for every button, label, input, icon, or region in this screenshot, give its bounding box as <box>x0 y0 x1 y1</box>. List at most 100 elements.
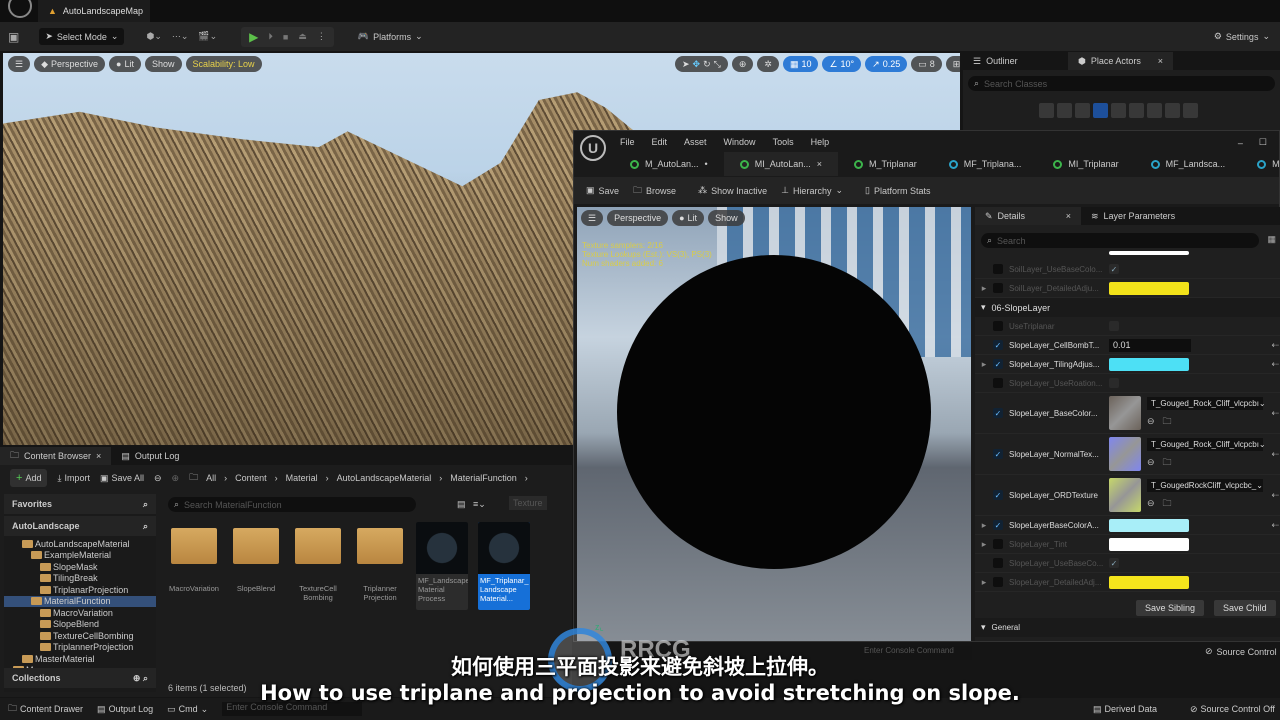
basic-icon[interactable] <box>1057 103 1072 118</box>
override-checkbox[interactable] <box>993 558 1003 568</box>
asset-folder[interactable]: MacroVariation <box>168 522 220 593</box>
breadcrumb-item[interactable]: MaterialFunction <box>450 473 517 483</box>
use-selected-icon[interactable]: ⊖ <box>1147 416 1155 427</box>
add-button[interactable]: + Add <box>10 469 48 487</box>
tab-layer-parameters[interactable]: ≋ Layer Parameters <box>1081 207 1185 225</box>
texture-dropdown[interactable]: T_Gouged_Rock_Cliff_vlcpcbı ⌄ <box>1147 396 1266 410</box>
expand-arrow-icon[interactable]: ▸ <box>975 283 993 294</box>
save-child-button[interactable]: Save Child <box>1214 600 1276 616</box>
tree-item[interactable]: SlopeMask <box>4 561 156 573</box>
lit-button[interactable]: ● Lit <box>672 210 705 226</box>
world-icon[interactable]: ⊕ <box>731 56 754 72</box>
asset-tab[interactable]: MI_Triplanar <box>1037 152 1134 176</box>
override-checkbox[interactable] <box>993 321 1003 331</box>
visual-effects-icon[interactable] <box>1129 103 1144 118</box>
menu-item[interactable]: Tools <box>773 137 794 147</box>
expand-arrow-icon[interactable]: ▸ <box>975 539 993 550</box>
reset-arrow-icon[interactable]: ⇠ <box>1271 490 1279 501</box>
blueprint-icon[interactable]: ⋯⌄ <box>172 31 189 42</box>
geometry-icon[interactable] <box>1147 103 1162 118</box>
hierarchy-button[interactable]: ⊥ Hierarchy ⌄ <box>781 185 843 196</box>
asset-tab[interactable]: MI_AutoLan... × <box>723 152 839 176</box>
breadcrumb-item[interactable]: Material <box>286 473 318 483</box>
table-view-icon[interactable]: ▦ <box>1267 234 1276 245</box>
texture-dropdown[interactable]: T_Gouged_Rock_Cliff_vlcpcbı ⌄ <box>1147 437 1266 451</box>
close-icon[interactable]: × <box>817 159 822 169</box>
recent-icon[interactable] <box>1039 103 1054 118</box>
color-swatch[interactable] <box>1109 518 1189 532</box>
angle-snap-button[interactable]: ∠ 10° <box>822 56 862 72</box>
show-button[interactable]: Show <box>708 210 745 226</box>
grid-snap-button[interactable]: ▦ 10 <box>782 56 819 72</box>
show-inactive-button[interactable]: ⁂ Show Inactive <box>698 185 767 196</box>
texture-filter-chip[interactable]: Texture <box>509 496 547 510</box>
tab-map[interactable]: ▲ AutoLandscapeMap <box>38 0 150 22</box>
asset-folder[interactable]: SlopeBlend <box>230 522 282 593</box>
value-checkbox[interactable]: ✓ <box>1109 264 1119 274</box>
use-selected-icon[interactable]: ⊖ <box>1147 457 1155 468</box>
reset-arrow-icon[interactable]: ⇠ <box>1271 520 1279 531</box>
forward-icon[interactable]: ⊕ <box>172 473 180 484</box>
breadcrumb-item[interactable]: All <box>206 473 216 483</box>
menu-icon[interactable]: ☰ <box>581 210 604 226</box>
platform-stats-button[interactable]: ▯ Platform Stats <box>865 185 930 196</box>
close-icon[interactable]: × <box>96 451 101 461</box>
asset-tab[interactable]: MF_Triplana... <box>933 152 1038 176</box>
material-preview-viewport[interactable]: ☰ Perspective ● Lit Show Texture samplers… <box>577 207 971 641</box>
perspective-button[interactable]: Perspective <box>607 210 669 226</box>
texture-thumbnail[interactable] <box>1109 437 1141 471</box>
browse-button[interactable]: 🗀 Browse <box>633 183 676 199</box>
scale-icon[interactable]: ⤡ <box>714 59 721 70</box>
override-checkbox[interactable]: ✓ <box>993 340 1003 350</box>
add-actor-icon[interactable]: ⬢⌄ <box>146 31 161 42</box>
override-checkbox[interactable]: ✓ <box>993 449 1003 459</box>
settings-button[interactable]: ⚙ Settings ⌄ <box>1214 31 1270 42</box>
override-checkbox[interactable]: ✓ <box>993 408 1003 418</box>
override-checkbox[interactable]: ✓ <box>993 490 1003 500</box>
close-icon[interactable]: × <box>1158 56 1163 66</box>
save-search-icon[interactable]: ▤ <box>457 499 466 510</box>
texture-thumbnail[interactable] <box>1109 478 1141 512</box>
override-checkbox[interactable] <box>993 378 1003 388</box>
tab-output-log[interactable]: ▤ Output Log <box>111 447 189 465</box>
select-mode-button[interactable]: ➤ Select Mode ⌄ <box>39 28 125 45</box>
select-icon[interactable]: ➤ <box>682 59 690 70</box>
reset-arrow-icon[interactable]: ⇠ <box>1271 449 1279 460</box>
search-classes-input[interactable]: ⌕ Search Classes <box>968 76 1275 91</box>
source-control-status[interactable]: ⊘ Source Control Off <box>1190 704 1275 715</box>
shapes-icon[interactable] <box>1093 103 1108 118</box>
search-icon[interactable]: ⌕ <box>143 499 148 510</box>
asset-tab[interactable]: M_Triplanar <box>838 152 933 176</box>
tab-outliner[interactable]: ☰ Outliner <box>963 52 1068 70</box>
reset-arrow-icon[interactable]: ⇠ <box>1271 359 1279 370</box>
menu-icon[interactable]: ☰ <box>8 56 31 72</box>
maximize-icon[interactable]: ☐ <box>1259 137 1267 148</box>
menu-item[interactable]: Window <box>724 137 756 147</box>
scale-snap-button[interactable]: ↗ 0.25 <box>865 56 908 72</box>
search-icon[interactable]: ⌕ <box>143 521 148 532</box>
tree-item[interactable]: ExampleMaterial <box>4 550 156 562</box>
scalability-button[interactable]: Scalability: Low <box>185 56 262 72</box>
tree-item[interactable]: MaterialFunction <box>4 595 156 607</box>
lights-icon[interactable] <box>1075 103 1090 118</box>
details-search-input[interactable]: ⌕ Search <box>981 233 1259 248</box>
close-icon[interactable]: × <box>1066 211 1071 221</box>
value-checkbox[interactable] <box>1109 321 1119 331</box>
asset-material-function[interactable]: MF_Landscape Material Process <box>416 522 468 610</box>
tree-item[interactable]: TextureCellBombing <box>4 630 156 642</box>
tree-item[interactable]: TilingBreak <box>4 573 156 585</box>
override-checkbox[interactable] <box>993 539 1003 549</box>
asset-tab[interactable]: MF_Landsca... <box>1135 152 1242 176</box>
rotate-icon[interactable]: ↻ <box>703 59 711 70</box>
override-checkbox[interactable]: ✓ <box>993 359 1003 369</box>
reset-arrow-icon[interactable]: ⇠ <box>1271 408 1279 419</box>
layout-icon[interactable]: ⊞ <box>945 56 960 72</box>
asset-tab[interactable]: M_AutoLan... • <box>614 152 724 176</box>
value-checkbox[interactable] <box>1109 378 1119 388</box>
cinematic-icon[interactable] <box>1111 103 1126 118</box>
lit-button[interactable]: ● Lit <box>109 56 141 72</box>
tree-item[interactable]: AutoLandscapeMaterial <box>4 538 156 550</box>
override-checkbox[interactable]: ✓ <box>993 520 1003 530</box>
reset-arrow-icon[interactable]: ⇠ <box>1271 340 1279 351</box>
platforms-button[interactable]: 🎮 Platforms ⌄ <box>358 31 423 42</box>
